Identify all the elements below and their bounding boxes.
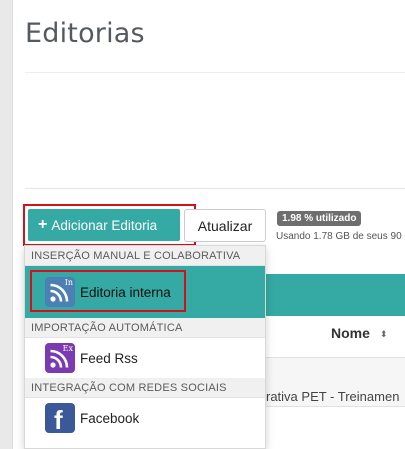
icon-tag: Ex xyxy=(62,344,73,353)
usage-text: Usando 1.78 GB de seus 90 G xyxy=(276,231,405,242)
table-header-bar xyxy=(265,274,405,316)
menu-item-label: Feed Rss xyxy=(80,350,138,366)
rss-internal-icon: In xyxy=(45,277,75,307)
facebook-glyph: f xyxy=(54,405,63,435)
sort-icon[interactable]: ⬍ xyxy=(380,329,388,340)
column-header-nome[interactable]: Nome xyxy=(331,325,370,341)
section-heading-social: INTEGRAÇÃO COM REDES SOCIAIS xyxy=(25,378,265,398)
add-editoria-dropdown: INSERÇÃO MANUAL E COLABORATIVA In Editor… xyxy=(24,245,266,449)
add-editoria-label: Adicionar Editoria xyxy=(51,217,158,233)
page-title: Editorias xyxy=(25,18,145,49)
usage-badge: 1.98 % utilizado xyxy=(277,211,362,226)
refresh-button[interactable]: Atualizar xyxy=(184,209,266,242)
divider xyxy=(25,188,405,189)
menu-item-label: Facebook xyxy=(80,410,140,426)
icon-tag: In xyxy=(64,278,73,287)
table-row-name[interactable]: rativa PET - Treinamen xyxy=(266,389,399,404)
add-editoria-button[interactable]: + Adicionar Editoria xyxy=(28,209,180,241)
left-sidebar-strip xyxy=(0,0,13,449)
rss-external-icon: Ex xyxy=(45,343,75,373)
facebook-icon: f xyxy=(45,403,75,435)
divider xyxy=(25,72,405,73)
add-button-highlight: + Adicionar Editoria xyxy=(23,204,196,246)
menu-item-feed-rss[interactable]: Ex Feed Rss xyxy=(25,338,265,378)
divider xyxy=(265,406,405,407)
section-heading-import: IMPORTAÇÃO AUTOMÁTICA xyxy=(25,318,265,338)
menu-item-editoria-interna[interactable]: In Editoria interna xyxy=(25,266,265,318)
menu-item-facebook[interactable]: f Facebook xyxy=(25,398,265,438)
plus-icon: + xyxy=(38,216,48,233)
section-heading-manual: INSERÇÃO MANUAL E COLABORATIVA xyxy=(25,246,265,266)
